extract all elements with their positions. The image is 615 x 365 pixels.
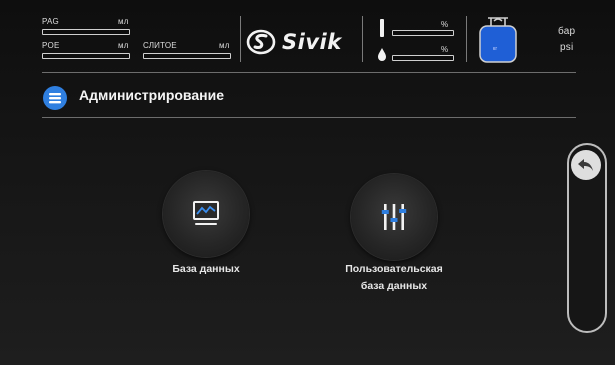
header-divider bbox=[362, 16, 363, 62]
pressure-unit-psi: psi bbox=[560, 42, 574, 53]
back-arrow-icon bbox=[578, 159, 593, 171]
menu-list-icon bbox=[43, 86, 67, 110]
header-divider bbox=[466, 16, 467, 62]
pag-label: PAG bbox=[42, 17, 59, 26]
moisture-unit: % bbox=[441, 45, 449, 54]
refrigerant-cylinder-icon bbox=[479, 17, 517, 63]
header-divider bbox=[240, 16, 241, 62]
brand-logo: Sivik bbox=[246, 26, 354, 58]
admin-screen: PAG мл POE мл СЛИТОЕ мл Sivik % % кг бар… bbox=[0, 0, 615, 365]
uv-level-bar bbox=[143, 53, 231, 59]
brand-name: Sivik bbox=[282, 30, 342, 54]
poe-label: POE bbox=[42, 41, 60, 50]
database-button-label: База данных bbox=[172, 263, 240, 275]
pressure-unit-bar: бар bbox=[558, 26, 576, 37]
sliders-icon bbox=[381, 204, 407, 230]
custom-database-button-label: Пользовательская база данных bbox=[319, 261, 469, 295]
custom-database-button[interactable] bbox=[351, 174, 437, 260]
header-separator bbox=[42, 72, 576, 73]
uv-label: СЛИТОЕ bbox=[143, 41, 177, 50]
droplet-icon bbox=[378, 48, 386, 61]
cylinder-label: кг bbox=[493, 46, 498, 52]
custom-database-label-line2: база данных bbox=[360, 280, 428, 292]
back-button[interactable] bbox=[571, 150, 601, 180]
pag-level-bar bbox=[42, 29, 130, 35]
level-unit: % bbox=[441, 20, 449, 29]
monitor-chart-icon bbox=[193, 201, 219, 225]
moisture-bar bbox=[392, 55, 454, 61]
level-bar bbox=[392, 30, 454, 36]
level-bar-icon bbox=[380, 19, 384, 37]
pag-unit: мл bbox=[118, 17, 129, 26]
poe-unit: мл bbox=[118, 41, 129, 50]
database-button[interactable] bbox=[163, 171, 249, 257]
brand-emblem-icon bbox=[246, 29, 276, 55]
uv-unit: мл bbox=[219, 41, 230, 50]
title-separator bbox=[42, 117, 576, 118]
page-title: Администрирование bbox=[79, 87, 224, 103]
custom-database-label-line1: Пользовательская bbox=[345, 263, 443, 275]
poe-level-bar bbox=[42, 53, 130, 59]
